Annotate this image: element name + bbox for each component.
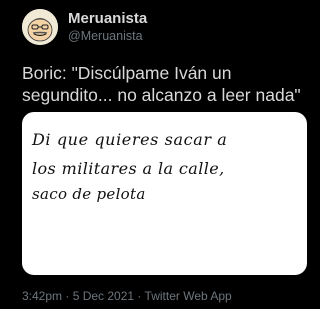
tweet-date[interactable]: 5 Dec 2021 <box>73 289 134 303</box>
tweet-source[interactable]: Twitter Web App <box>145 289 232 303</box>
handwritten-line-1: Di que quieres sacar a <box>31 130 227 149</box>
meta-separator: · <box>62 289 73 303</box>
author-avatar[interactable] <box>22 9 58 45</box>
tweet-text: Boric: "Discúlpame Iván un segundito... … <box>22 63 301 105</box>
tweet-image[interactable]: Di que quieres sacar a los militares a l… <box>22 112 307 275</box>
author-display-name[interactable]: Meruanista <box>68 10 147 27</box>
handwritten-line-2: los militares a la calle, <box>32 159 225 178</box>
meta-separator: · <box>134 289 145 303</box>
handwritten-note-image: Di que quieres sacar a los militares a l… <box>31 130 227 203</box>
cartoon-face-avatar-icon <box>22 9 58 45</box>
tweet-meta: 3:42pm · 5 Dec 2021 · Twitter Web App <box>22 289 232 303</box>
tweet-time[interactable]: 3:42pm <box>22 289 62 303</box>
author-handle[interactable]: @Meruanista <box>68 29 143 43</box>
handwritten-line-3: saco de pelota <box>32 185 146 203</box>
